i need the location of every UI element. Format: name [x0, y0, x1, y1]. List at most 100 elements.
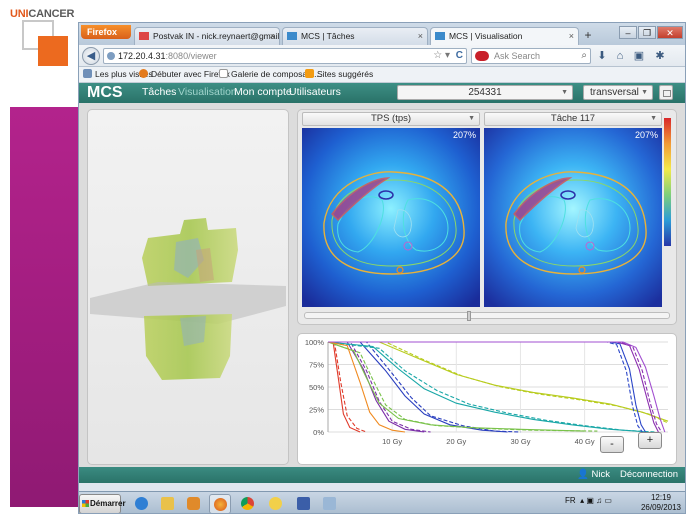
3d-viewer-panel[interactable]	[87, 109, 289, 465]
url-host: 172.20.4.31	[118, 51, 166, 61]
navigation-bar: ◀ 172.20.4.31:8080/viewer ☆ ▾ C Ask Sear…	[79, 45, 685, 67]
bookmark-getting-started[interactable]: Débuter avec Firefox	[139, 67, 230, 82]
chevron-down-icon: ▼	[561, 89, 568, 96]
search-placeholder: Ask Search	[494, 51, 541, 61]
left-image-title: TPS (tps)	[370, 113, 412, 124]
ask-search-icon	[475, 51, 489, 61]
bookmark-suggested-sites[interactable]: Sites suggérés	[305, 67, 373, 82]
chevron-down-icon: ▼	[641, 89, 648, 96]
gmail-icon	[139, 32, 149, 40]
logo-uni-text: UNI	[10, 8, 29, 20]
slide-magenta-band	[10, 107, 78, 507]
dvh-y-tick-label: 75%	[309, 361, 324, 370]
taskbar-ie[interactable]	[131, 494, 153, 513]
taskbar-chrome[interactable]	[237, 494, 259, 513]
minimize-icon[interactable]: –	[619, 26, 637, 39]
home-icon[interactable]: ⌂	[613, 49, 627, 63]
clock: 12:19 26/09/2013	[640, 493, 682, 512]
tab-gmail-label: Postvak IN - nick.reynaert@gmail.com - .…	[153, 31, 280, 41]
internet-explorer-icon	[135, 497, 148, 510]
tray-icons[interactable]: ▣ ♫ ▭	[586, 496, 612, 505]
patient-select[interactable]: 254331 ▼	[397, 85, 573, 100]
browser-window: Firefox Postvak IN - nick.reynaert@gmail…	[78, 22, 686, 514]
current-user[interactable]: 👤 Nick	[577, 467, 610, 483]
close-icon[interactable]: ×	[418, 28, 423, 44]
messenger-icon	[269, 497, 282, 510]
paint-icon	[323, 497, 336, 510]
addon-icon[interactable]: ▣	[632, 49, 646, 63]
logo-orange-square	[38, 36, 68, 66]
system-tray: FR ▴ ▣ ♫ ▭	[565, 496, 612, 505]
taskbar-media[interactable]	[183, 494, 205, 513]
taskbar-firefox[interactable]	[209, 494, 231, 513]
right-image-selector[interactable]: Tâche 117 ▼	[484, 112, 662, 126]
media-player-icon	[187, 497, 200, 510]
view-mode-value: transversal	[590, 87, 639, 98]
menu-icon[interactable]: ✱	[653, 49, 667, 63]
nav-mon-compte[interactable]: Mon compte	[234, 83, 292, 102]
left-image-selector[interactable]: TPS (tps) ▼	[302, 112, 480, 126]
suggested-sites-icon	[305, 69, 314, 78]
tab-gmail[interactable]: Postvak IN - nick.reynaert@gmail.com - .…	[134, 27, 280, 45]
logo-cancer-text: CANCER	[28, 8, 75, 20]
tab-mcs-visualisation[interactable]: MCS | Visualisation ×	[430, 27, 579, 45]
start-button[interactable]: Démarrer	[79, 494, 126, 513]
3d-rendering[interactable]	[88, 110, 289, 465]
bookmarks-toolbar: Les plus visités Débuter avec Firefox Ga…	[79, 67, 685, 83]
reload-icon[interactable]: C	[456, 49, 463, 63]
tab-mcs-taches[interactable]: MCS | Tâches ×	[282, 27, 428, 45]
bookmark-star-icon[interactable]: ☆ ▾	[433, 49, 450, 63]
new-tab-icon[interactable]: +	[581, 29, 595, 43]
maximize-icon[interactable]: ❐	[638, 26, 656, 39]
dvh-y-tick-label: 100%	[305, 338, 325, 347]
search-icon[interactable]: ⌕	[581, 49, 587, 63]
app-brand[interactable]: MCS	[87, 83, 123, 103]
page-icon	[219, 69, 228, 78]
download-icon[interactable]: ⬇	[595, 49, 609, 63]
fullscreen-button[interactable]	[659, 85, 673, 100]
dvh-chart-panel: 100% 75% 50% 25% 0% 10 Gy 20 Gy 30 Gy 40 Gy - +	[297, 333, 677, 465]
left-image-max-dose: 207%	[452, 130, 476, 140]
bookmark-icon	[83, 69, 92, 78]
zoom-out-button[interactable]: -	[600, 436, 624, 453]
dose-images-panel: TPS (tps) ▼ Tâche 117 ▼ 207% 207%	[297, 109, 677, 325]
left-dose-image[interactable]: 207%	[302, 128, 480, 307]
slice-slider-thumb[interactable]	[467, 311, 471, 321]
chevron-down-icon: ▼	[468, 115, 475, 122]
nav-utilisateurs[interactable]: Utilisateurs	[289, 83, 341, 102]
tab-mcs-visualisation-label: MCS | Visualisation	[449, 31, 523, 41]
firefox-menu-button[interactable]: Firefox	[81, 25, 131, 39]
search-bar[interactable]: Ask Search ⌕	[471, 48, 591, 64]
close-icon[interactable]: ×	[569, 28, 574, 44]
logout-link[interactable]: Déconnection	[620, 467, 678, 483]
mcs-favicon-icon	[287, 32, 297, 40]
patient-id: 254331	[468, 87, 502, 98]
chevron-down-icon: ▼	[650, 115, 657, 122]
globe-icon	[107, 52, 115, 60]
nav-visualisation[interactable]: Visualisation	[178, 83, 237, 102]
folder-icon	[161, 497, 174, 510]
bookmark-label: Sites suggérés	[317, 69, 374, 79]
dvh-y-tick-label: 0%	[313, 428, 324, 437]
close-window-icon[interactable]: ✕	[657, 26, 683, 39]
tab-bar: Firefox Postvak IN - nick.reynaert@gmail…	[79, 23, 685, 45]
firefox-icon	[139, 69, 148, 78]
close-icon[interactable]: ×	[270, 28, 275, 44]
windows-taskbar: Démarrer FR ▴ ▣ ♫ ▭ 12:19 26/09/2013	[79, 491, 685, 513]
taskbar-paint[interactable]	[319, 494, 341, 513]
slice-slider[interactable]	[304, 311, 670, 321]
nav-taches[interactable]: Tâches	[142, 83, 176, 102]
taskbar-explorer[interactable]	[157, 494, 179, 513]
taskbar-messenger[interactable]	[265, 494, 287, 513]
dvh-x-tick-label: 30 Gy	[510, 437, 530, 446]
view-mode-select[interactable]: transversal ▼	[583, 85, 653, 100]
url-bar[interactable]: 172.20.4.31:8080/viewer ☆ ▾ C	[103, 48, 467, 64]
zoom-in-button[interactable]: +	[638, 432, 662, 449]
dvh-x-tick-label: 10 Gy	[382, 437, 402, 446]
taskbar-network[interactable]	[293, 494, 315, 513]
right-image-title: Tâche 117	[550, 113, 596, 124]
right-image-max-dose: 207%	[634, 130, 658, 140]
right-dose-image[interactable]: 207%	[484, 128, 662, 307]
dvh-y-tick-label: 25%	[309, 406, 324, 415]
back-arrow-icon[interactable]: ◀	[82, 47, 100, 65]
